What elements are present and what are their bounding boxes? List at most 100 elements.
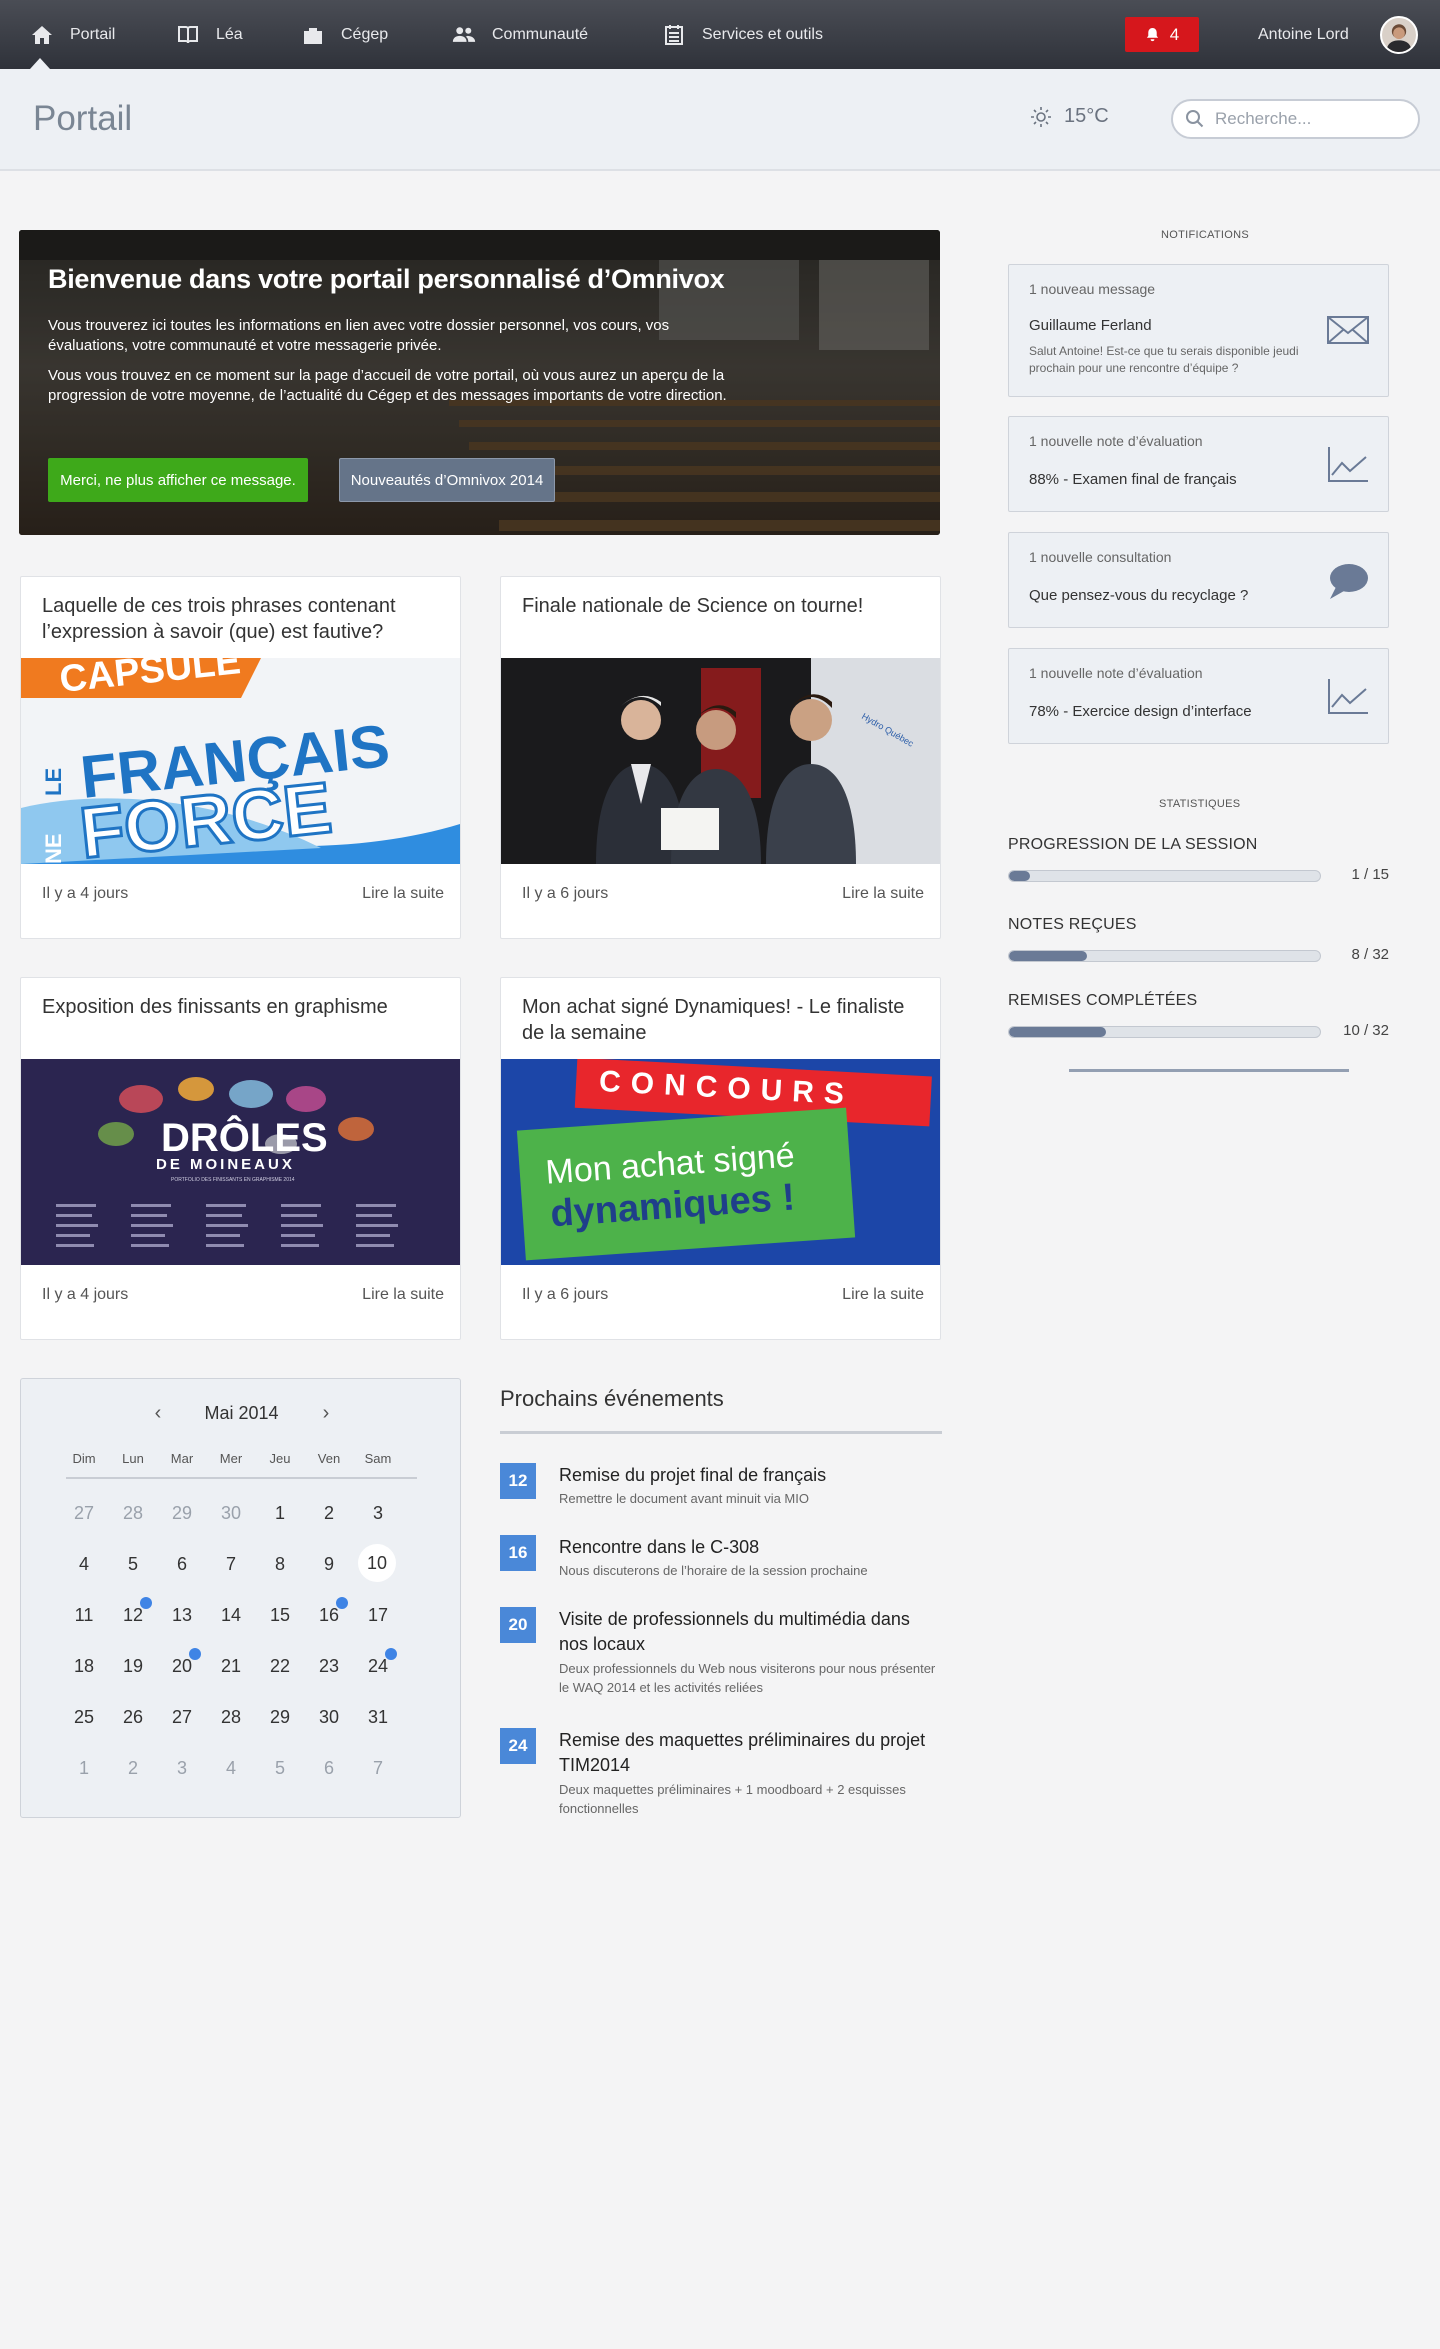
- calendar-day[interactable]: 31: [358, 1697, 398, 1737]
- news-card[interactable]: Mon achat signé Dynamiques! - Le finalis…: [500, 977, 941, 1340]
- stat-label: PROGRESSION DE LA SESSION: [1008, 836, 1258, 853]
- stat-label: REMISES COMPLÉTÉES: [1008, 992, 1198, 1009]
- calendar-day[interactable]: 10: [358, 1544, 396, 1582]
- event-item[interactable]: 16 Rencontre dans le C-308 Nous discuter…: [500, 1535, 940, 1585]
- event-title[interactable]: Remise des maquettes préliminaires du pr…: [559, 1728, 939, 1778]
- nav-item-services[interactable]: Services et outils: [662, 0, 823, 69]
- news-card[interactable]: Exposition des finissants en graphisme D…: [20, 977, 461, 1340]
- calendar-day[interactable]: 4: [211, 1748, 251, 1788]
- news-date: Il y a 6 jours: [522, 885, 609, 902]
- notifications-heading: NOTIFICATIONS: [1161, 229, 1250, 241]
- calendar-day[interactable]: 13: [162, 1595, 202, 1635]
- calendar-day[interactable]: 3: [358, 1493, 398, 1533]
- calendar-day[interactable]: 1: [260, 1493, 300, 1533]
- event-item[interactable]: 20 Visite de professionnels du multimédi…: [500, 1607, 940, 1697]
- calendar-day[interactable]: 30: [309, 1697, 349, 1737]
- nav-item-lea[interactable]: Léa: [176, 0, 243, 69]
- calendar-day[interactable]: 29: [260, 1697, 300, 1737]
- welcome-banner: Bienvenue dans votre portail personnalis…: [19, 230, 940, 535]
- calendar-day[interactable]: 9: [309, 1544, 349, 1584]
- calendar-day[interactable]: 5: [260, 1748, 300, 1788]
- read-more-link[interactable]: Lire la suite: [842, 1286, 924, 1304]
- calendar-day[interactable]: 17: [358, 1595, 398, 1635]
- calendar-day[interactable]: 2: [113, 1748, 153, 1788]
- bell-icon: [1146, 27, 1158, 42]
- calendar-day[interactable]: 4: [64, 1544, 104, 1584]
- calendar-day[interactable]: 14: [211, 1595, 251, 1635]
- notifications-badge[interactable]: 4: [1125, 17, 1199, 52]
- notification-card[interactable]: 1 nouvelle note d’évaluation 78% - Exerc…: [1008, 648, 1389, 744]
- notification-preview: Salut Antoine! Est-ce que tu serais disp…: [1029, 344, 1299, 375]
- calendar-day[interactable]: 18: [64, 1646, 104, 1686]
- calendar-day[interactable]: 1: [64, 1748, 104, 1788]
- nav-item-communaute[interactable]: Communauté: [452, 0, 588, 69]
- event-day-badge: 12: [500, 1463, 536, 1499]
- news-date: Il y a 4 jours: [42, 885, 129, 902]
- page-title: Portail: [33, 99, 133, 138]
- event-item[interactable]: 12 Remise du projet final de français Re…: [500, 1463, 940, 1513]
- progress-fill: [1009, 1027, 1107, 1037]
- nav-label: Cégep: [341, 25, 389, 43]
- calendar-day[interactable]: 26: [113, 1697, 153, 1737]
- calendar-day[interactable]: 29: [162, 1493, 202, 1533]
- progress-bar: [1008, 1026, 1321, 1038]
- calendar-day[interactable]: 21: [211, 1646, 251, 1686]
- calendar-day[interactable]: 30: [211, 1493, 251, 1533]
- calendar-day[interactable]: 5: [113, 1544, 153, 1584]
- read-more-link[interactable]: Lire la suite: [362, 1286, 444, 1304]
- calendar-day[interactable]: 6: [162, 1544, 202, 1584]
- notification-card[interactable]: 1 nouvelle consultation Que pensez-vous …: [1008, 532, 1389, 628]
- calendar-day[interactable]: 28: [113, 1493, 153, 1533]
- force-prefix-text: NE: [41, 833, 66, 864]
- calendar-day[interactable]: 6: [309, 1748, 349, 1788]
- whats-new-button[interactable]: Nouveautés d’Omnivox 2014: [339, 458, 555, 502]
- news-title[interactable]: Laquelle de ces trois phrases contenant …: [42, 593, 442, 645]
- calendar-day[interactable]: 15: [260, 1595, 300, 1635]
- calendar-day[interactable]: 22: [260, 1646, 300, 1686]
- people-icon: [452, 23, 476, 47]
- notification-card[interactable]: 1 nouveau message Guillaume Ferland Salu…: [1008, 264, 1389, 397]
- calendar-day[interactable]: 3: [162, 1748, 202, 1788]
- event-title[interactable]: Visite de professionnels du multimédia d…: [559, 1607, 939, 1657]
- chevron-right-icon[interactable]: ›: [316, 1403, 336, 1425]
- event-dot: [385, 1648, 397, 1660]
- news-card[interactable]: Laquelle de ces trois phrases contenant …: [20, 576, 461, 939]
- news-title[interactable]: Exposition des finissants en graphisme: [42, 994, 442, 1020]
- event-title[interactable]: Remise du projet final de français: [559, 1463, 939, 1488]
- calendar-day[interactable]: 2: [309, 1493, 349, 1533]
- calendar-day[interactable]: 27: [64, 1493, 104, 1533]
- calendar-day[interactable]: 7: [358, 1748, 398, 1788]
- read-more-link[interactable]: Lire la suite: [362, 885, 444, 903]
- calendar-day[interactable]: 27: [162, 1697, 202, 1737]
- page-header: Portail 15°C: [0, 69, 1440, 171]
- news-title[interactable]: Finale nationale de Science on tourne!: [522, 593, 922, 619]
- calendar-day[interactable]: 19: [113, 1646, 153, 1686]
- calendar-day[interactable]: 8: [260, 1544, 300, 1584]
- event-item[interactable]: 24 Remise des maquettes préliminaires du…: [500, 1728, 940, 1818]
- avatar[interactable]: [1380, 16, 1418, 54]
- search-box[interactable]: [1171, 99, 1420, 139]
- news-title[interactable]: Mon achat signé Dynamiques! - Le finalis…: [522, 994, 922, 1046]
- event-day-badge: 20: [500, 1607, 536, 1643]
- news-card[interactable]: Finale nationale de Science on tourne! H…: [500, 576, 941, 939]
- event-title[interactable]: Rencontre dans le C-308: [559, 1535, 939, 1560]
- calendar-day[interactable]: 28: [211, 1697, 251, 1737]
- notification-type: 1 nouveau message: [1029, 281, 1156, 297]
- events-heading: Prochains événements: [500, 1386, 724, 1411]
- event-day-badge: 16: [500, 1535, 536, 1571]
- search-input[interactable]: [1215, 109, 1395, 129]
- read-more-link[interactable]: Lire la suite: [842, 885, 924, 903]
- event-description: Deux professionnels du Web nous visitero…: [559, 1661, 936, 1695]
- calendar-day[interactable]: 7: [211, 1544, 251, 1584]
- user-name[interactable]: Antoine Lord: [1258, 0, 1349, 69]
- calendar-day[interactable]: 25: [64, 1697, 104, 1737]
- hide-message-button[interactable]: Merci, ne plus afficher ce message.: [48, 458, 308, 502]
- calendar-day[interactable]: 23: [309, 1646, 349, 1686]
- notification-card[interactable]: 1 nouvelle note d’évaluation 88% - Exame…: [1008, 416, 1389, 512]
- nav-item-cegep[interactable]: Cégep: [301, 0, 388, 69]
- envelope-icon: [1327, 316, 1369, 344]
- calendar-list-icon: [662, 23, 686, 47]
- calendar-day[interactable]: 11: [64, 1595, 104, 1635]
- event-description: Deux maquettes préliminaires + 1 moodboa…: [559, 1782, 906, 1816]
- notification-sender: Guillaume Ferland: [1029, 317, 1152, 334]
